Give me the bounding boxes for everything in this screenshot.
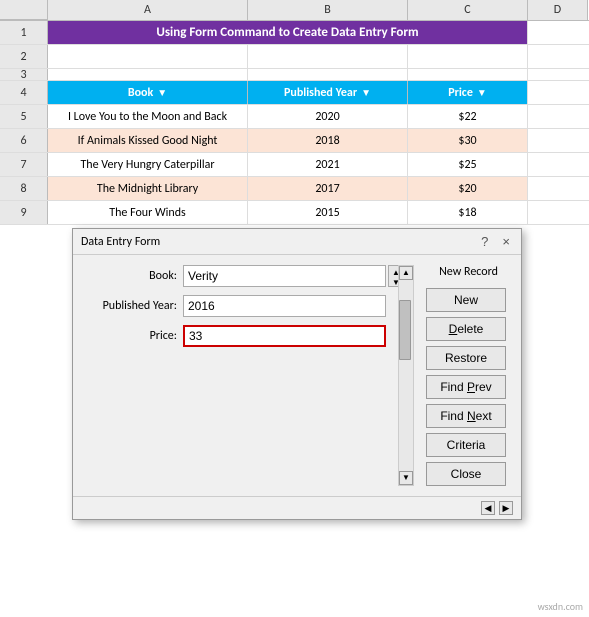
row6-book: If Animals Kissed Good Night [48,129,248,152]
row6-year: 2018 [248,129,408,152]
row-1: 1 Using Form Command to Create Data Entr… [0,21,589,45]
row-num-8: 8 [0,177,48,200]
row-8: 8 The Midnight Library 2017 $20 [0,177,589,201]
row-num-9: 9 [0,201,48,224]
book-input-wrapper: ▲ ▼ [183,265,386,287]
row-9: 9 The Four Winds 2015 $18 [0,201,589,225]
price-field: Price: [83,325,386,347]
title-cell: Using Form Command to Create Data Entry … [48,21,528,44]
row-num-3: 3 [0,69,48,80]
row-4: 4 Book ▼ Published Year ▼ Price ▼ [0,81,589,105]
spreadsheet: A B C D 1 Using Form Command to Create D… [0,0,589,225]
price-label: Price: [83,329,183,343]
row-num-7: 7 [0,153,48,176]
book-field: Book: ▲ ▼ [83,265,386,287]
delete-button[interactable]: Delete [426,317,506,341]
row9-year: 2015 [248,201,408,224]
dialog-title: Data Entry Form [81,235,160,249]
header-book: Book ▼ [48,81,248,104]
row-7: 7 The Very Hungry Caterpillar 2021 $25 [0,153,589,177]
row-num-2: 2 [0,45,48,68]
row5-year: 2020 [248,105,408,128]
row8-year: 2017 [248,177,408,200]
row-2: 2 [0,45,589,69]
price-input[interactable] [183,325,386,347]
year-filter-arrow[interactable]: ▼ [361,86,371,99]
row-num-6: 6 [0,129,48,152]
row-3: 3 [0,69,589,81]
scrollbar-track [399,280,413,471]
scrollbar-up-arrow[interactable]: ▲ [399,266,413,280]
watermark: wsxdn.com [538,600,583,613]
dialog-scrollbar[interactable]: ▲ ▼ [398,265,414,486]
column-headers: A B C D [0,0,589,21]
criteria-button[interactable]: Criteria [426,433,506,457]
dialog-help-button[interactable]: ? [478,235,491,248]
price-input-wrapper [183,325,386,347]
row-num-5: 5 [0,105,48,128]
row2-c [248,45,408,68]
dialog-buttons: New Record New Delete Restore Find Prev … [426,265,511,486]
row9-book: The Four Winds [48,201,248,224]
row8-price: $20 [408,177,528,200]
row5-price: $22 [408,105,528,128]
year-input[interactable] [183,295,386,317]
book-input[interactable] [183,265,386,287]
col-header-a: A [48,0,248,20]
dialog-titlebar: Data Entry Form ? × [73,229,521,255]
row2-b [48,45,248,68]
row-6: 6 If Animals Kissed Good Night 2018 $30 [0,129,589,153]
row6-price: $30 [408,129,528,152]
row5-book: I Love You to the Moon and Back [48,105,248,128]
row3-b [48,69,248,80]
bottom-right-arrow[interactable]: ▶ [499,501,513,515]
row9-price: $18 [408,201,528,224]
row3-c [248,69,408,80]
row8-book: The Midnight Library [48,177,248,200]
dialog-body: Book: ▲ ▼ Published Year: Price: [73,255,521,496]
row7-price: $25 [408,153,528,176]
close-button[interactable]: Close [426,462,506,486]
row2-d [408,45,528,68]
header-year: Published Year ▼ [248,81,408,104]
find-prev-button[interactable]: Find Prev [426,375,506,399]
new-button[interactable]: New [426,288,506,312]
col-header-d: D [528,0,588,20]
dialog-bottom: ◀ ▶ [73,496,521,519]
year-input-wrapper [183,295,386,317]
book-label: Book: [83,269,183,283]
row-num-4: 4 [0,81,48,104]
find-next-button[interactable]: Find Next [426,404,506,428]
dialog-close-button[interactable]: × [499,235,513,248]
new-record-label: New Record [426,265,511,279]
col-header-b: B [248,0,408,20]
row7-book: The Very Hungry Caterpillar [48,153,248,176]
header-price: Price ▼ [408,81,528,104]
price-filter-arrow[interactable]: ▼ [477,86,487,99]
corner-cell [0,0,48,20]
dialog-form: Book: ▲ ▼ Published Year: Price: [83,265,386,486]
col-header-c: C [408,0,528,20]
book-filter-arrow[interactable]: ▼ [157,86,167,99]
row3-d [408,69,528,80]
row-num-1: 1 [0,21,48,44]
dialog-controls: ? × [478,235,513,248]
year-field: Published Year: [83,295,386,317]
row7-year: 2021 [248,153,408,176]
scrollbar-down-arrow[interactable]: ▼ [399,471,413,485]
bottom-left-arrow[interactable]: ◀ [481,501,495,515]
row-5: 5 I Love You to the Moon and Back 2020 $… [0,105,589,129]
year-label: Published Year: [83,299,183,313]
data-entry-dialog: Data Entry Form ? × Book: ▲ ▼ [72,228,522,520]
restore-button[interactable]: Restore [426,346,506,370]
scrollbar-thumb[interactable] [399,300,411,360]
